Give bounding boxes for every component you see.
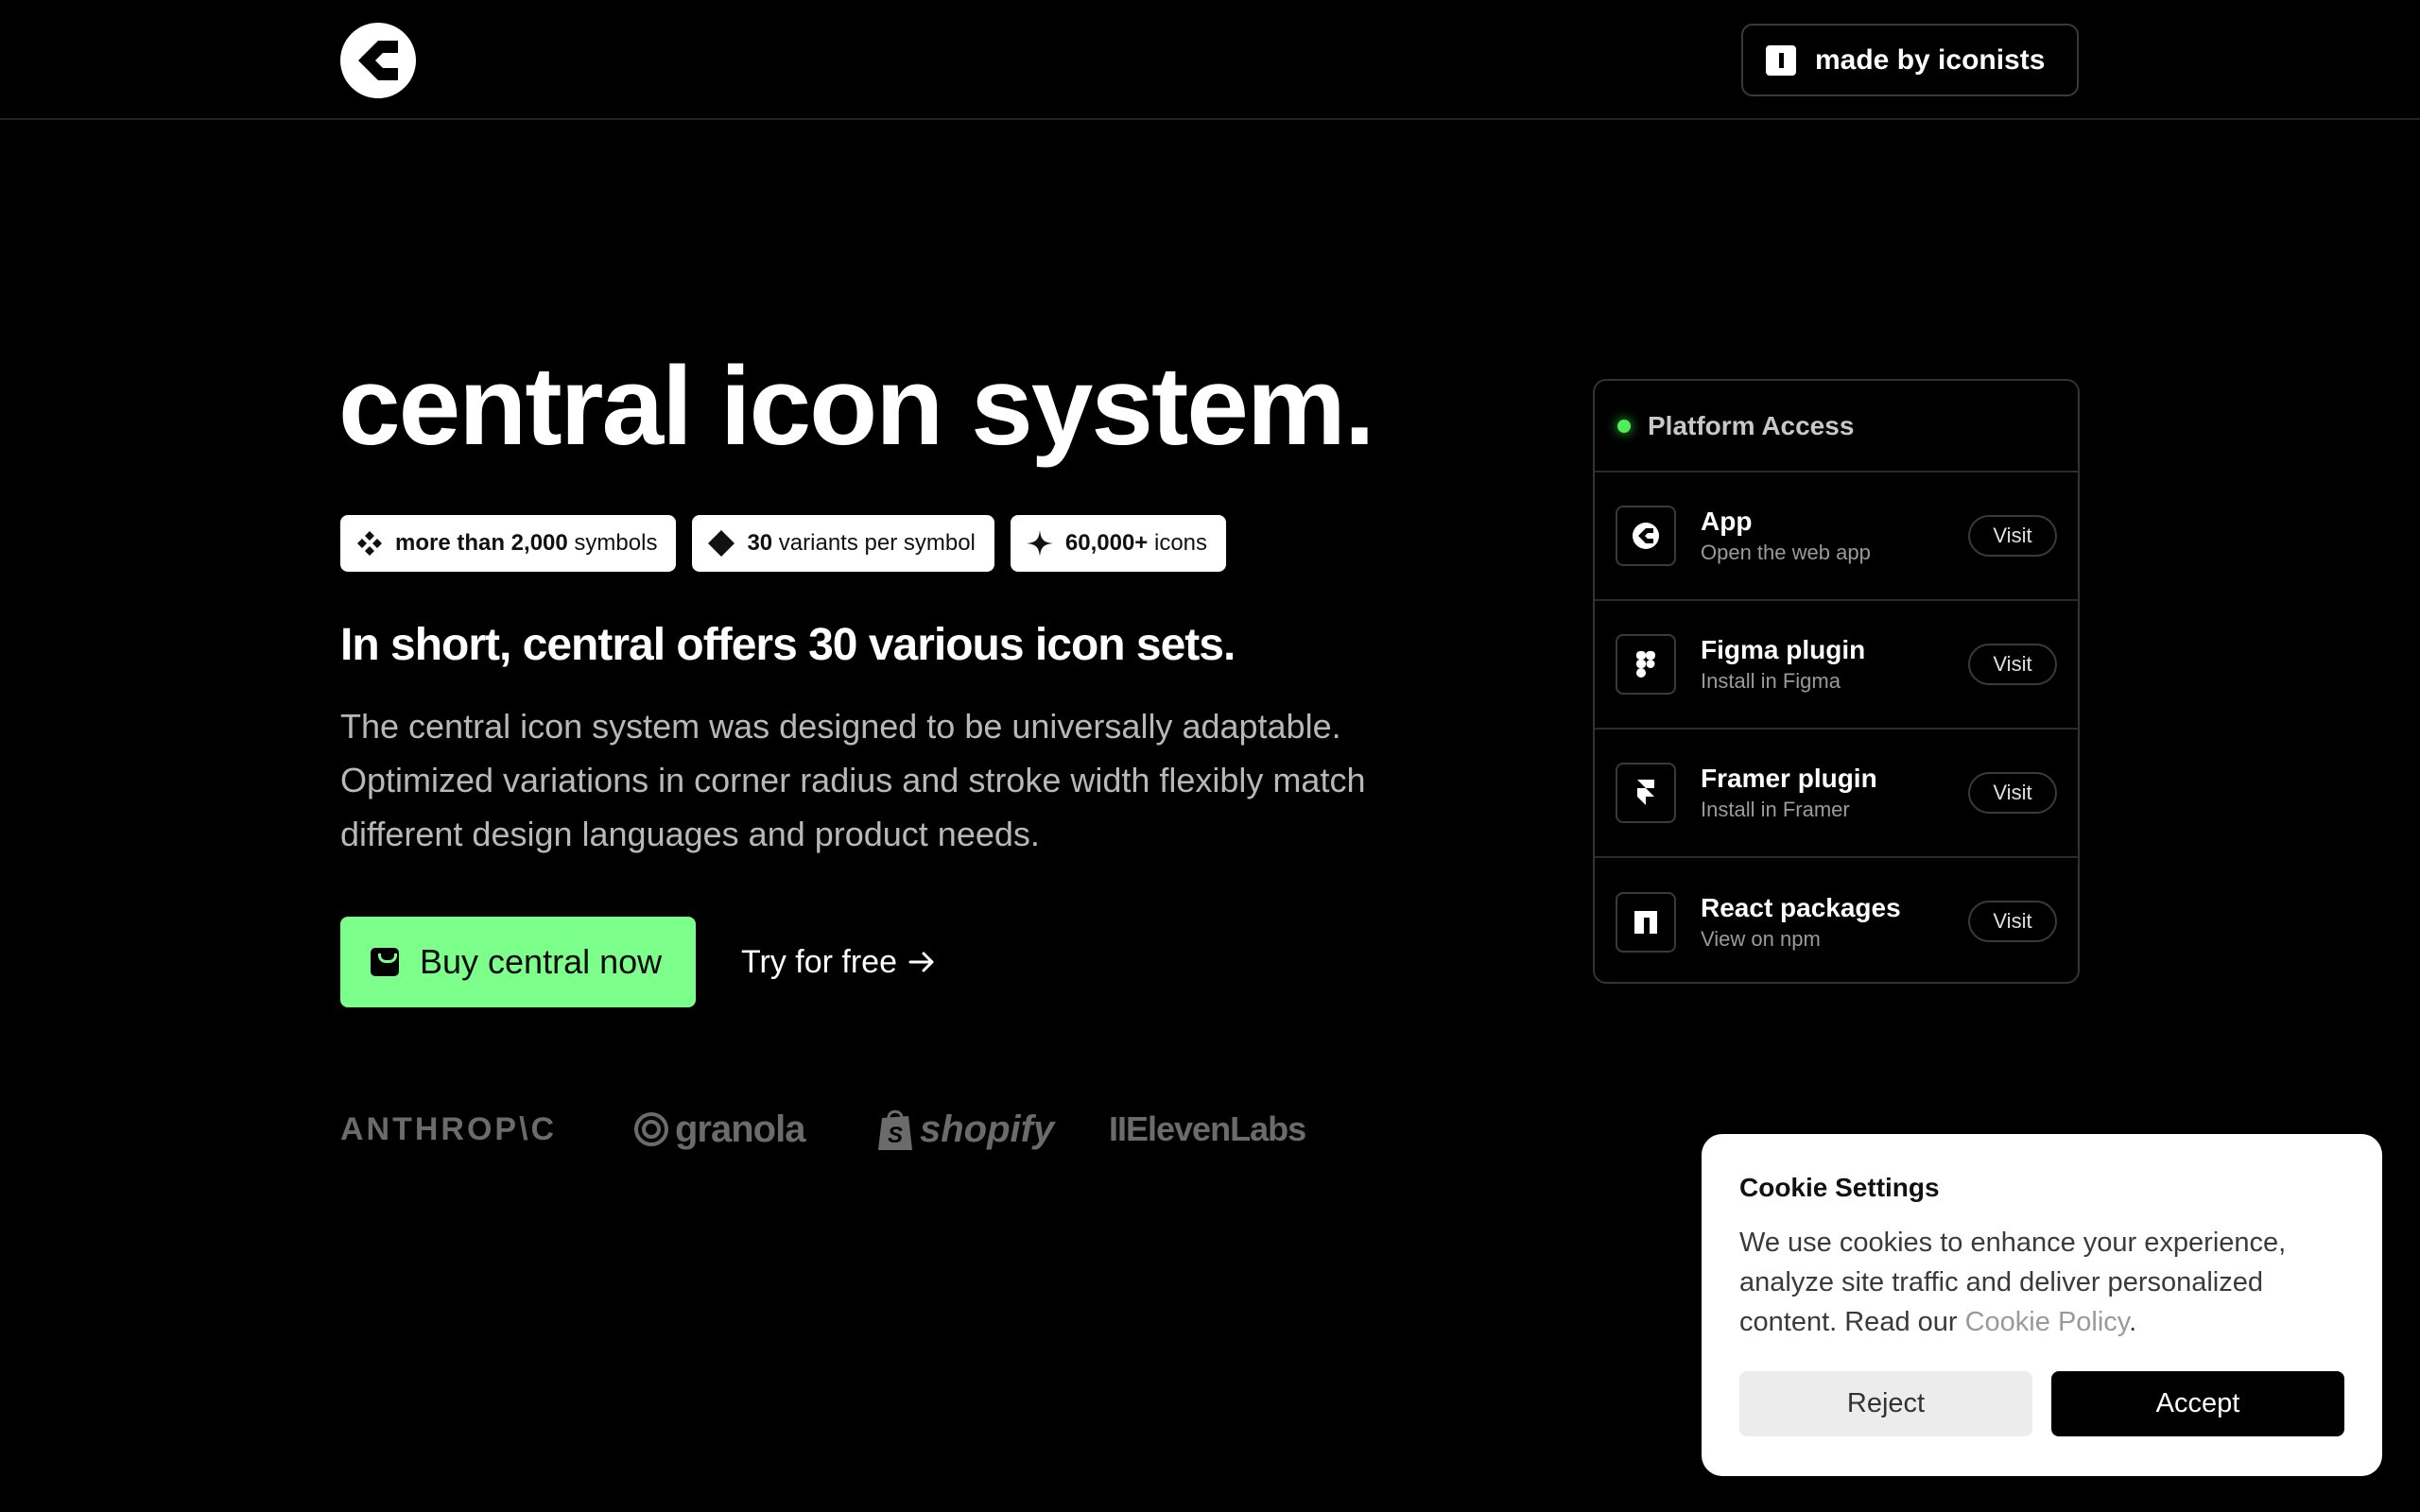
shopify-wordmark: shopify <box>920 1108 1055 1150</box>
central-logo-icon[interactable] <box>340 23 416 98</box>
cookie-body-end: . <box>2129 1307 2137 1337</box>
chip-strong: 30 <box>747 530 773 556</box>
platform-item-subtitle: Install in Framer <box>1701 798 1850 821</box>
npm-icon <box>1616 892 1676 953</box>
central-app-icon <box>1616 506 1676 566</box>
cookie-body: We use cookies to enhance your experienc… <box>1739 1223 2344 1342</box>
granola-swirl-icon <box>634 1112 668 1146</box>
page: made by iconists central icon system. mo… <box>0 0 2420 1512</box>
platform-item-subtitle: View on npm <box>1701 927 1821 951</box>
platform-item-title: Figma plugin <box>1701 635 1866 664</box>
platform-item-react[interactable]: React packages View on npm Visit <box>1595 858 2078 982</box>
top-nav: made by iconists <box>0 0 2420 120</box>
accept-cookies-button[interactable]: Accept <box>2051 1371 2344 1436</box>
visit-react-button[interactable]: Visit <box>1968 901 2057 942</box>
platform-access-title: Platform Access <box>1648 410 1855 440</box>
platform-item-title: React packages <box>1701 893 1901 922</box>
granola-logo: granola <box>633 1108 876 1151</box>
visit-figma-button[interactable]: Visit <box>1968 644 2057 685</box>
platform-item-framer[interactable]: Framer plugin Install in Framer Visit <box>1595 730 2078 858</box>
platform-item-app[interactable]: App Open the web app Visit <box>1595 472 2078 601</box>
anthropic-logo: ANTHROP\C <box>340 1110 558 1147</box>
shopify-logo: S shopify <box>876 1107 1109 1152</box>
shopping-bag-icon <box>371 948 399 976</box>
chip-symbols: more than 2,000 symbols <box>340 515 677 572</box>
platform-access-panel: Platform Access App Open the web app Vis… <box>1593 379 2080 984</box>
svg-text:S: S <box>888 1123 903 1148</box>
chip-strong: 60,000+ <box>1064 530 1149 556</box>
platform-item-title: App <box>1701 507 1753 536</box>
cookie-title: Cookie Settings <box>1739 1173 1940 1202</box>
platform-item-subtitle: Install in Figma <box>1701 669 1841 693</box>
chip-text: symbols <box>567 530 658 556</box>
arrow-right-icon <box>908 952 934 972</box>
visit-app-button[interactable]: Visit <box>1968 515 2057 557</box>
cookie-actions: Reject Accept <box>1739 1371 2344 1436</box>
status-dot-icon <box>1617 419 1631 433</box>
hero-subhead: In short, central offers 30 various icon… <box>340 620 1236 670</box>
sparkle-icon <box>1026 529 1054 558</box>
framer-icon <box>1616 763 1676 823</box>
visit-framer-button[interactable]: Visit <box>1968 772 2057 814</box>
diamond-icon <box>707 529 735 558</box>
reject-cookies-button[interactable]: Reject <box>1739 1371 2032 1436</box>
elevenlabs-logo: IIElevenLabs <box>1109 1109 1306 1148</box>
diamond-cluster-icon <box>355 529 384 558</box>
try-for-free-link[interactable]: Try for free <box>741 936 937 988</box>
platform-item-subtitle: Open the web app <box>1701 541 1871 564</box>
platform-item-figma[interactable]: Figma plugin Install in Figma Visit <box>1595 601 2078 730</box>
chip-strong: more than 2,000 <box>395 530 568 556</box>
cookie-policy-link[interactable]: Cookie Policy <box>1965 1307 2130 1337</box>
chip-text: icons <box>1148 530 1208 556</box>
customer-logos: ANTHROP\C granola S shopify IIElevenLabs <box>340 1096 1306 1162</box>
cookie-settings-dialog: Cookie Settings We use cookies to enhanc… <box>1702 1134 2382 1476</box>
hero-description: The central icon system was designed to … <box>340 707 1366 853</box>
platform-access-header: Platform Access <box>1595 381 2078 472</box>
try-label: Try for free <box>741 943 897 980</box>
chip-text: variants per symbol <box>772 530 976 556</box>
granola-wordmark: granola <box>675 1108 805 1150</box>
buy-label: Buy central now <box>420 942 663 981</box>
figma-icon <box>1616 634 1676 695</box>
platform-item-title: Framer plugin <box>1701 764 1877 793</box>
buy-central-button[interactable]: Buy central now <box>340 917 696 1007</box>
hero-title: central icon system. <box>338 344 1375 469</box>
shopify-bag-icon: S <box>878 1109 912 1150</box>
chip-icons: 60,000+ icons <box>1010 515 1227 572</box>
chip-variants: 30 variants per symbol <box>692 515 994 572</box>
made-by-label: made by iconists <box>1815 43 2046 76</box>
made-by-iconists-button[interactable]: made by iconists <box>1741 24 2079 96</box>
feature-chips: more than 2,000 symbols 30 variants per … <box>340 515 1227 572</box>
iconists-icon <box>1766 44 1796 76</box>
